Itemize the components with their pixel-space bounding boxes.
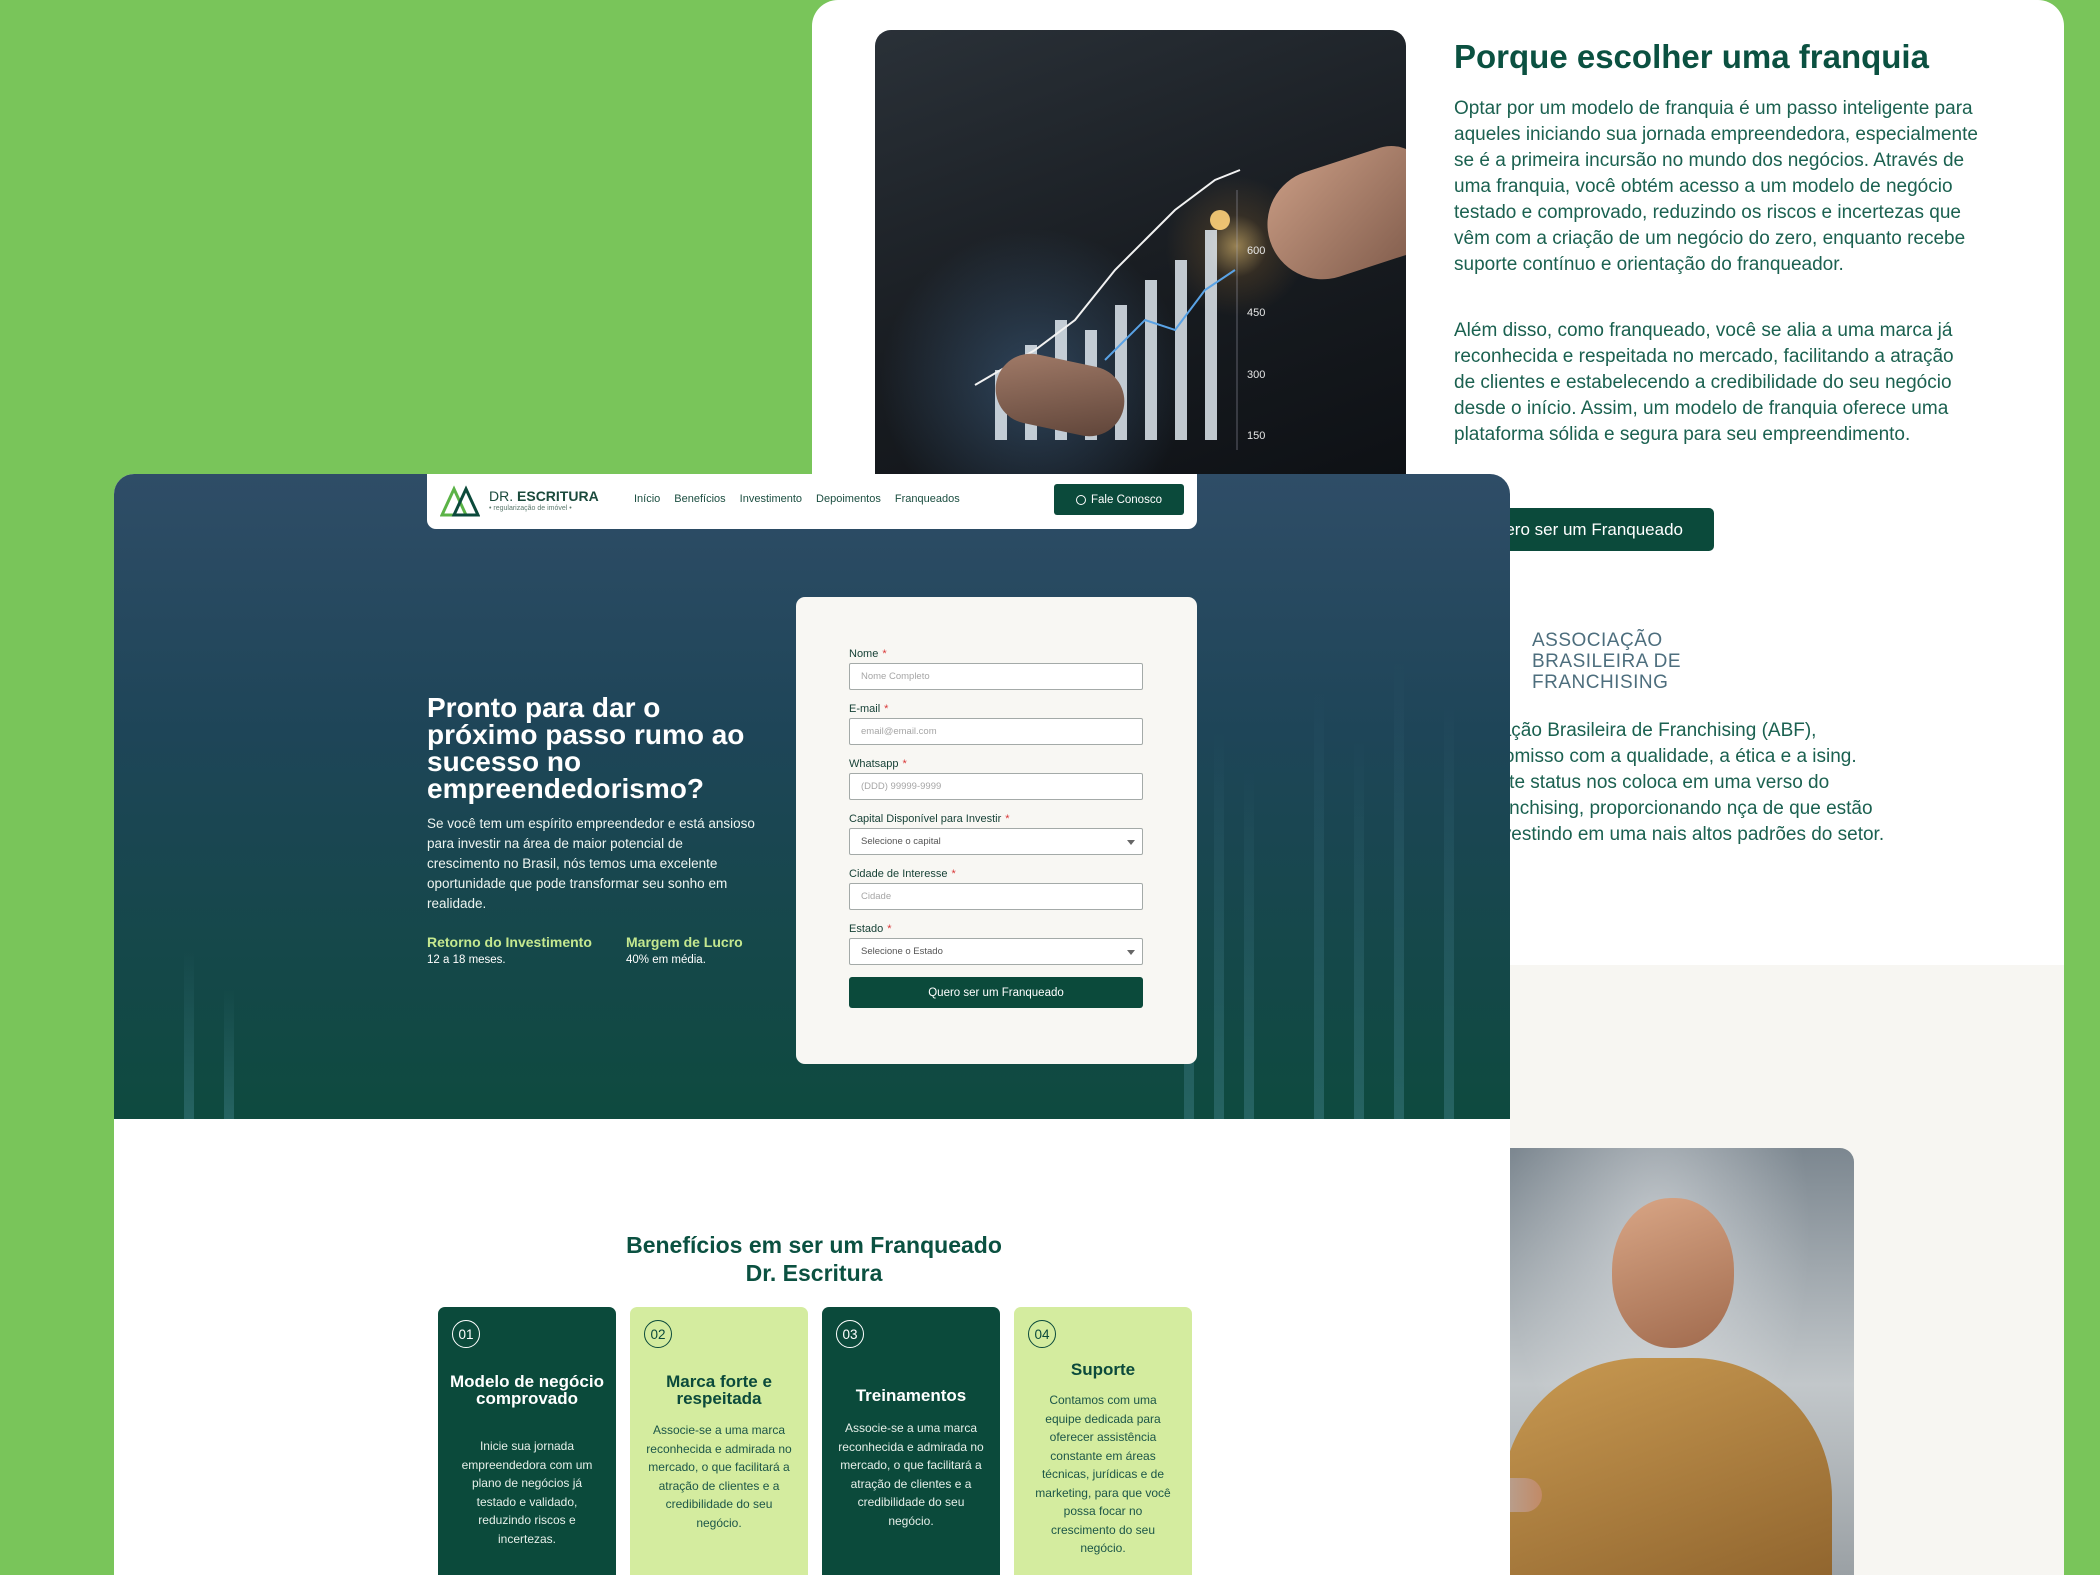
logo-name: ESCRITURA <box>517 488 599 504</box>
benefits-title-line: Benefícios em ser um Franqueado <box>626 1232 1002 1258</box>
stat-roi-value: 12 a 18 meses. <box>427 954 506 966</box>
name-label: Nome * <box>849 648 887 660</box>
benefits-title: Benefícios em ser um Franqueado Dr. Escr… <box>114 1231 1510 1287</box>
why-franchise-title: Porque escolher uma franquia <box>1454 38 1929 75</box>
why-franchise-paragraph-1: Optar por um modelo de franquia é um pas… <box>1454 98 1978 275</box>
city-input[interactable]: Cidade <box>849 883 1143 910</box>
benefit-card: 03 Treinamentos Associe-se a uma marca r… <box>822 1307 1000 1575</box>
card-text: Associe-se a uma marca reconhecida e adm… <box>646 1423 792 1530</box>
label-text: Nome <box>849 648 879 660</box>
benefit-card: 04 Suporte Contamos com uma equipe dedic… <box>1014 1307 1192 1575</box>
top-nav: DR. ESCRITURA • regularização de imóvel … <box>427 474 1197 529</box>
card-number: 01 <box>452 1320 480 1348</box>
nav-link-inicio[interactable]: Início <box>634 493 660 505</box>
card-text: Contamos com uma equipe dedicada para of… <box>1035 1393 1171 1555</box>
deco-bar <box>224 989 234 1119</box>
label-text: Cidade de Interesse <box>849 868 948 880</box>
abf-paragraph: ciação Brasileira de Franchising (ABF), … <box>1487 720 1885 845</box>
benefits-title-line: Dr. Escritura <box>745 1260 883 1286</box>
hero-section: DR. ESCRITURA • regularização de imóvel … <box>114 474 1510 1119</box>
logo-wordmark: DR. ESCRITURA <box>489 488 599 504</box>
abf-line: FRANCHISING <box>1532 672 1669 693</box>
card-number: 02 <box>644 1320 672 1348</box>
required-mark: * <box>1005 813 1010 825</box>
logo-dr: DR. <box>489 488 514 504</box>
deco-bar <box>1244 769 1254 1119</box>
state-select[interactable]: Selecione o Estado <box>849 938 1143 965</box>
abf-line: ASSOCIAÇÃO <box>1532 630 1663 651</box>
chart-tick: 600 <box>1247 245 1266 257</box>
submit-button[interactable]: Quero ser um Franqueado <box>849 977 1143 1008</box>
logo-tagline: • regularização de imóvel • <box>489 505 572 512</box>
required-mark: * <box>887 923 892 935</box>
required-mark: * <box>884 703 889 715</box>
hero-text: Se você tem um espírito empreendedor e e… <box>427 816 755 911</box>
card-title: Modelo de negócio comprovado <box>450 1372 604 1408</box>
required-mark: * <box>902 758 907 770</box>
chart-tick: 450 <box>1247 307 1266 319</box>
nav-link-investimento[interactable]: Investimento <box>740 493 802 505</box>
label-text: Estado <box>849 923 884 935</box>
required-mark: * <box>882 648 887 660</box>
city-label: Cidade de Interesse * <box>849 868 956 880</box>
state-label: Estado * <box>849 923 892 935</box>
chart-tick: 300 <box>1247 369 1266 381</box>
nav-link-depoimentos[interactable]: Depoimentos <box>816 493 881 505</box>
abf-line: BRASILEIRA DE <box>1532 651 1682 672</box>
stat-margin-value: 40% em média. <box>626 954 706 966</box>
name-input[interactable]: Nome Completo <box>849 663 1143 690</box>
franchise-form: Nome * Nome Completo E-mail * email@email.… <box>796 597 1197 1064</box>
whatsapp-input[interactable]: (DDD) 99999-9999 <box>849 773 1143 800</box>
smiling-man-image <box>1462 1148 1854 1575</box>
whatsapp-label: Whatsapp * <box>849 758 907 770</box>
why-franchise-paragraph-2: Além disso, como franqueado, você se ali… <box>1454 320 1954 445</box>
abf-logo: ASSOCIAÇÃO BRASILEIRA DE FRANCHISING <box>1532 630 1681 693</box>
deco-bar <box>184 949 194 1119</box>
deco-bar <box>1314 689 1324 1119</box>
card-number: 04 <box>1028 1320 1056 1348</box>
chart-tick: 150 <box>1247 430 1266 442</box>
stat-margin-label: Margem de Lucro <box>626 934 743 950</box>
deco-bar <box>1444 699 1454 1119</box>
label-text: E-mail <box>849 703 881 715</box>
contact-button-label: Fale Conosco <box>1091 493 1162 506</box>
benefit-card: 01 Modelo de negócio comprovado Inicie s… <box>438 1307 616 1575</box>
card-title: Treinamentos <box>855 1386 967 1405</box>
contact-button[interactable]: Fale Conosco <box>1054 484 1184 515</box>
capital-select[interactable]: Selecione o capital <box>849 828 1143 855</box>
nav-links: Início Benefícios Investimento Depoiment… <box>634 493 960 505</box>
deco-bar <box>1214 729 1224 1119</box>
card-text: Associe-se a uma marca reconhecida e adm… <box>838 1421 984 1528</box>
card-title: Marca forte e respeitada <box>666 1372 772 1408</box>
label-text: Whatsapp <box>849 758 899 770</box>
deco-bar <box>1394 659 1404 1119</box>
nav-link-beneficios[interactable]: Benefícios <box>674 493 725 505</box>
card-title: Suporte <box>1070 1360 1136 1379</box>
card-number: 03 <box>836 1320 864 1348</box>
stat-roi-label: Retorno do Investimento <box>427 934 592 950</box>
front-page-preview: DR. ESCRITURA • regularização de imóvel … <box>114 474 1510 1575</box>
email-input[interactable]: email@email.com <box>849 718 1143 745</box>
person-head <box>1612 1198 1734 1348</box>
person-body <box>1502 1358 1832 1575</box>
label-text: Capital Disponível para Investir <box>849 813 1002 825</box>
nav-link-franqueados[interactable]: Franqueados <box>895 493 960 505</box>
business-growth-image: 600 450 300 150 <box>875 30 1406 500</box>
required-mark: * <box>951 868 956 880</box>
benefit-card: 02 Marca forte e respeitada Associe-se a… <box>630 1307 808 1575</box>
email-label: E-mail * <box>849 703 888 715</box>
capital-label: Capital Disponível para Investir * <box>849 813 1010 825</box>
hero-heading: Pronto para dar o próximo passo rumo ao … <box>427 692 745 804</box>
deco-bar <box>1354 739 1364 1119</box>
whatsapp-icon <box>1076 494 1087 505</box>
dr-escritura-logo-icon[interactable] <box>440 485 480 517</box>
card-text: Inicie sua jornada empreendedora com um … <box>461 1439 593 1546</box>
